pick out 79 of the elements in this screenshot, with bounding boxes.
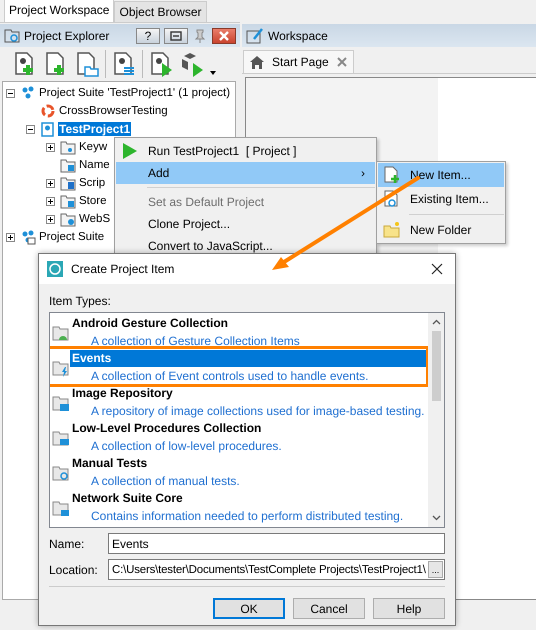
- menu-item[interactable]: Convert to JavaScript...: [116, 235, 375, 257]
- dialog-button[interactable]: Cancel: [293, 598, 365, 619]
- page-plus-icon: [383, 166, 401, 184]
- item-type[interactable]: Image Repository: [70, 385, 175, 402]
- folder-icon: [60, 175, 76, 191]
- restore-icon: [170, 30, 182, 40]
- folder-icon: [60, 211, 76, 227]
- field-label: Location:: [49, 562, 99, 576]
- search-icon: [4, 28, 20, 44]
- item-type[interactable]: Android Gesture Collection: [70, 315, 230, 332]
- tree-item[interactable]: Project Suite: [38, 230, 106, 244]
- panel-tab[interactable]: Project Workspace: [4, 0, 114, 22]
- tree-item[interactable]: Keyw: [78, 140, 108, 154]
- menu-item[interactable]: Existing Item...: [378, 187, 504, 211]
- item-description: A collection of Event controls used to handle events.: [90, 368, 370, 385]
- scroll-up-icon[interactable]: [432, 319, 440, 325]
- close-icon: [218, 30, 230, 40]
- pin-icon[interactable]: [192, 28, 208, 44]
- submenu-arrow: ›: [361, 166, 366, 180]
- home-icon: [250, 56, 264, 68]
- tree-item[interactable]: Project Suite 'TestProject1' (1 project): [38, 86, 232, 100]
- menu-item[interactable]: New Folder: [378, 218, 504, 242]
- suite-play-icon[interactable]: [179, 51, 205, 77]
- panel-tab[interactable]: Object Browser: [114, 1, 207, 22]
- restore-button[interactable]: [164, 28, 188, 44]
- play-icon: [121, 142, 139, 160]
- item-type[interactable]: Network Suite Core: [70, 490, 185, 507]
- suite-icon: [20, 229, 36, 245]
- item-description: A collection of Gesture Collection Items: [90, 333, 301, 350]
- dialog-title: Create Project Item: [71, 262, 176, 276]
- item-description: Contains information needed to perform distributed testing.: [90, 508, 404, 525]
- scroll-thumb[interactable]: [432, 331, 440, 401]
- folder-icon: [60, 193, 76, 209]
- tree-item[interactable]: WebS: [78, 212, 112, 226]
- tree-item[interactable]: Scrip: [78, 176, 106, 190]
- menu-item[interactable]: Run TestProject1 [ Project ]: [116, 140, 375, 162]
- expand-toggle[interactable]: [46, 178, 55, 188]
- expand-toggle[interactable]: [46, 214, 55, 224]
- item-type[interactable]: Events: [70, 350, 428, 367]
- folder-icon: [60, 139, 76, 155]
- ring-icon: [40, 103, 56, 119]
- item-type[interactable]: Low-Level Procedures Collection: [70, 420, 264, 437]
- tree-item[interactable]: Name: [78, 158, 111, 172]
- dialog-button[interactable]: OK: [213, 598, 285, 619]
- document-tab[interactable]: Start Page: [243, 50, 354, 73]
- tree-item[interactable]: Store: [78, 194, 108, 208]
- tree-item[interactable]: CrossBrowserTesting: [58, 104, 169, 118]
- expand-toggle[interactable]: [46, 142, 55, 152]
- item-description: A collection of manual tests.: [90, 473, 241, 490]
- help-button[interactable]: ?: [136, 28, 160, 44]
- collapse-toggle[interactable]: [6, 88, 15, 98]
- panel-title: Project Explorer: [24, 28, 110, 42]
- suite-icon: [20, 85, 36, 101]
- location-field[interactable]: C:\Users\tester\Documents\TestComplete Projects\TestProject1\ ...: [108, 559, 445, 580]
- panel-title: Workspace: [268, 28, 329, 42]
- folder-icon: [383, 221, 401, 239]
- field-label: Name:: [49, 536, 86, 550]
- item-description: A repository of image collections used for image-based testing.: [90, 403, 426, 420]
- scrollbar[interactable]: [428, 313, 444, 527]
- folder-icon: [60, 157, 76, 173]
- scroll-down-icon[interactable]: [432, 515, 440, 521]
- expand-toggle[interactable]: [6, 232, 15, 242]
- item-description: A collection of low-level procedures.: [90, 438, 283, 455]
- app-icon: [47, 261, 63, 277]
- menu-item[interactable]: Clone Project...: [116, 213, 375, 235]
- tree-item[interactable]: TestProject1: [58, 122, 132, 136]
- close-button[interactable]: [212, 28, 236, 44]
- caret-icon[interactable]: [210, 71, 216, 75]
- collapse-toggle[interactable]: [26, 124, 35, 134]
- expand-toggle[interactable]: [46, 196, 55, 206]
- item-type[interactable]: Manual Tests: [70, 455, 150, 472]
- dialog-button[interactable]: Help: [373, 598, 445, 619]
- menu-item[interactable]: Add ›: [116, 162, 375, 184]
- name-field[interactable]: Events: [108, 533, 445, 554]
- pencil-window-icon: [246, 28, 264, 44]
- list-label: Item Types:: [49, 294, 112, 308]
- browse-button[interactable]: ...: [428, 561, 443, 578]
- project-icon: [40, 121, 56, 137]
- close-icon[interactable]: [431, 263, 443, 275]
